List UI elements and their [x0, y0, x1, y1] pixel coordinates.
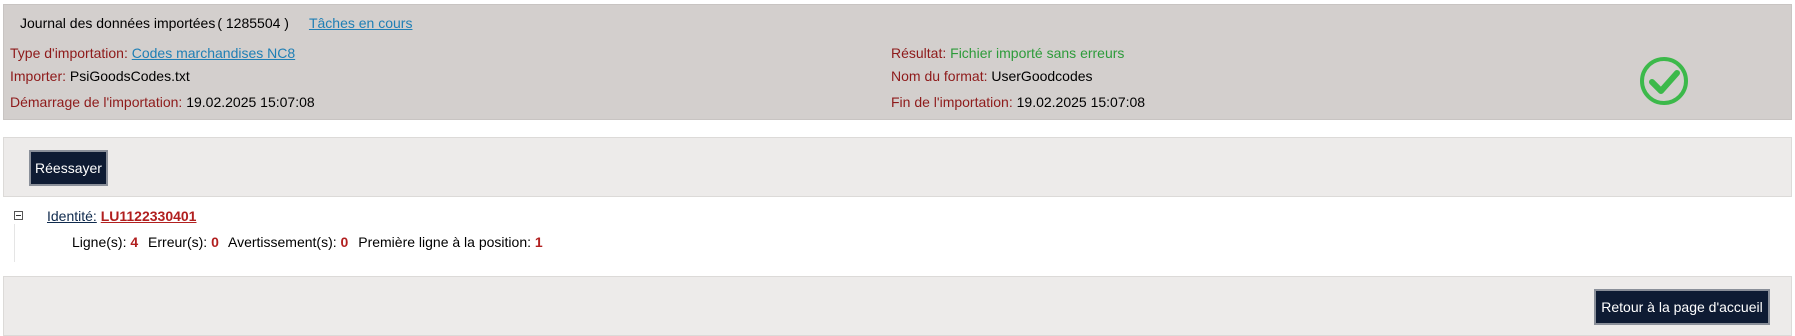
- tree-connector: [14, 224, 15, 262]
- identity-tree: Identité: LU1122330401 Ligne(s): 4 Erreu…: [14, 208, 614, 262]
- format-row: Nom du format: UserGoodcodes: [891, 68, 1093, 84]
- result-label: Résultat:: [891, 45, 947, 61]
- end-label: Fin de l'importation:: [891, 94, 1013, 110]
- lines-count: 4: [130, 234, 139, 250]
- lines-label: Ligne(s):: [72, 234, 127, 250]
- identity-label: Identité:: [47, 208, 97, 224]
- home-button[interactable]: Retour à la page d'accueil: [1594, 289, 1770, 325]
- format-value: UserGoodcodes: [991, 68, 1093, 84]
- first-line-value: 1: [534, 234, 543, 250]
- collapse-icon[interactable]: [14, 211, 23, 220]
- journal-title: Journal des données importées ( 1285504 …: [20, 15, 289, 31]
- import-type-link[interactable]: Codes marchandises NC8: [132, 45, 295, 61]
- result-row: Résultat: Fichier importé sans erreurs: [891, 45, 1124, 61]
- import-type-label: Type d'importation:: [10, 45, 128, 61]
- import-journal-header: Journal des données importées ( 1285504 …: [3, 4, 1792, 120]
- result-value: Fichier importé sans erreurs: [950, 45, 1125, 61]
- import-stats: Ligne(s): 4 Erreur(s): 0 Avertissement(s…: [72, 234, 549, 250]
- identity-link[interactable]: LU1122330401: [101, 208, 197, 224]
- retry-button[interactable]: Réessayer: [29, 150, 108, 186]
- journal-id: ( 1285504 ): [217, 15, 289, 31]
- identity-line: Identité: LU1122330401: [47, 208, 196, 224]
- start-label: Démarrage de l'importation:: [10, 94, 183, 110]
- importer-label: Importer:: [10, 68, 67, 84]
- check-circle-icon: [1640, 57, 1688, 105]
- import-type-row: Type d'importation: Codes marchandises N…: [10, 45, 295, 61]
- journal-title-text: Journal des données importées: [20, 15, 216, 31]
- format-label: Nom du format:: [891, 68, 988, 84]
- warnings-label: Avertissement(s):: [227, 234, 337, 250]
- warnings-count: 0: [340, 234, 349, 250]
- start-value: 19.02.2025 15:07:08: [186, 94, 315, 110]
- end-row: Fin de l'importation: 19.02.2025 15:07:0…: [891, 94, 1145, 110]
- errors-count: 0: [211, 234, 219, 250]
- start-row: Démarrage de l'importation: 19.02.2025 1…: [10, 94, 315, 110]
- importer-value: PsiGoodsCodes.txt: [69, 68, 190, 84]
- end-value: 19.02.2025 15:07:08: [1016, 94, 1146, 110]
- header-tabs: Journal des données importées ( 1285504 …: [4, 5, 412, 41]
- action-panel: Réessayer: [3, 137, 1792, 197]
- errors-label: Erreur(s):: [148, 234, 208, 250]
- first-line-label: Première ligne à la position:: [358, 234, 531, 250]
- footer-panel: Retour à la page d'accueil: [3, 276, 1792, 336]
- importer-row: Importer: PsiGoodsCodes.txt: [10, 68, 190, 84]
- tasks-in-progress-link[interactable]: Tâches en cours: [309, 15, 413, 31]
